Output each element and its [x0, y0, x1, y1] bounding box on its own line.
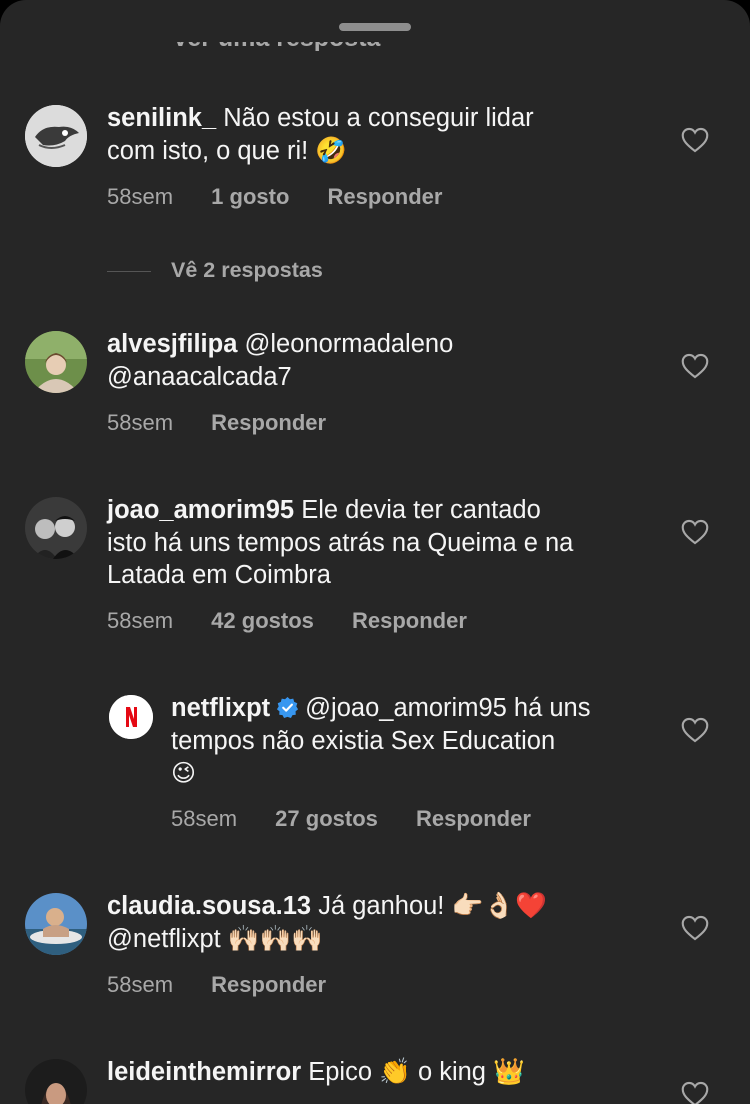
likes-count[interactable]: 42 gostos [211, 608, 314, 633]
comment-meta: 58sem 42 gostos Responder [107, 608, 499, 634]
verified-badge-icon [277, 696, 299, 719]
heart-outline-icon[interactable] [681, 717, 709, 743]
comment-text: netflixpt @joao_amorim95 há uns tempos n… [171, 692, 671, 791]
timestamp: 58sem [171, 806, 238, 831]
comment-line: Latada em Coimbra [107, 561, 331, 589]
comment-text: joao_amorim95 Ele devia ter cantado isto… [107, 494, 667, 592]
comment-text: alvesjfilipa @leonormadaleno @anaacalcad… [107, 328, 667, 393]
comment-meta: 58sem 27 gostos Responder [171, 806, 563, 832]
reply-button[interactable]: Responder [211, 972, 326, 997]
comment-line: Epico 👏 o king 👑 [308, 1058, 525, 1086]
view-replies-link[interactable]: Vê 2 respostas [107, 258, 323, 283]
comment-line: 😉 [171, 760, 197, 787]
username[interactable]: claudia.sousa.13 [107, 892, 311, 920]
avatar[interactable] [25, 893, 87, 955]
heart-outline-icon[interactable] [681, 353, 709, 379]
reply-button[interactable]: Responder [352, 608, 467, 633]
avatar[interactable] [25, 1059, 87, 1104]
comment-line: com isto, o que ri! 🤣 [107, 136, 348, 165]
comment-meta: 58sem Responder [107, 972, 358, 998]
comments-sheet: Ver uma resposta senilink_ Não estou a c… [0, 0, 750, 1104]
username[interactable]: joao_amorim95 [107, 496, 294, 524]
heart-outline-icon[interactable] [681, 127, 709, 153]
comment-meta: 58sem 1 gosto Responder [107, 184, 474, 210]
drag-handle[interactable] [339, 23, 411, 31]
view-replies-label[interactable]: Vê 2 respostas [171, 258, 323, 282]
reply-button[interactable]: Responder [416, 806, 531, 831]
username[interactable]: senilink_ [107, 104, 216, 132]
heart-outline-icon[interactable] [681, 915, 709, 941]
timestamp: 58sem [107, 184, 174, 209]
likes-count[interactable]: 27 gostos [275, 806, 378, 831]
likes-count[interactable]: 1 gosto [211, 184, 289, 209]
comment-text: claudia.sousa.13 Já ganhou! 👉🏻👌🏻❤️ @netf… [107, 890, 667, 955]
comment-line: Não estou a conseguir lidar [223, 104, 534, 132]
comment-line: tempos não existia Sex Education [171, 726, 556, 755]
comment-line: isto há uns tempos atrás na Queima e na [107, 528, 574, 557]
comment-line: @joao_amorim95 há uns [305, 694, 591, 722]
avatar[interactable] [25, 331, 87, 393]
username[interactable]: alvesjfilipa [107, 330, 237, 358]
mention[interactable]: @leonormadaleno [245, 330, 454, 358]
username[interactable]: netflixpt [171, 694, 270, 722]
heart-outline-icon[interactable] [681, 1081, 709, 1104]
comment-meta: 58sem Responder [107, 410, 358, 436]
avatar[interactable] [25, 105, 87, 167]
comment-line: Já ganhou! 👉🏻👌🏻❤️ [318, 892, 547, 920]
timestamp: 58sem [107, 608, 174, 633]
mention[interactable]: @anaacalcada7 [107, 363, 292, 391]
comment-text: leideinthemirror Epico 👏 o king 👑 [107, 1056, 667, 1089]
replies-divider [107, 270, 151, 273]
username[interactable]: leideinthemirror [107, 1058, 301, 1086]
netflix-logo-icon [109, 695, 153, 739]
timestamp: 58sem [107, 972, 174, 997]
timestamp: 58sem [107, 410, 174, 435]
comment-text: senilink_ Não estou a conseguir lidar co… [107, 102, 667, 167]
avatar[interactable] [25, 497, 87, 559]
heart-outline-icon[interactable] [681, 519, 709, 545]
mention[interactable]: @netflixpt 🙌🏻🙌🏻🙌🏻 [107, 925, 323, 953]
avatar[interactable] [109, 695, 153, 739]
reply-button[interactable]: Responder [211, 410, 326, 435]
reply-button[interactable]: Responder [328, 184, 443, 209]
comment-line: Ele devia ter cantado [301, 496, 541, 524]
